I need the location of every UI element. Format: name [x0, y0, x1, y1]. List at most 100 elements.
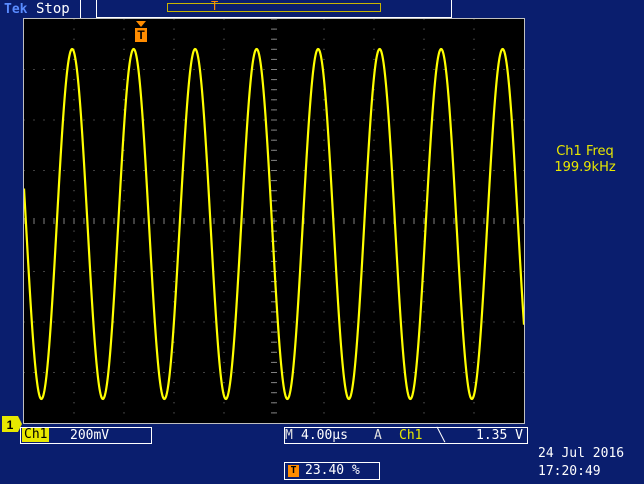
grid-dot — [323, 271, 325, 272]
grid-dot — [323, 321, 325, 323]
grid-dot — [423, 372, 425, 373]
grid-dot — [73, 250, 75, 252]
grid-dot — [223, 372, 225, 373]
grid-dot — [473, 200, 475, 202]
grid-dot — [293, 170, 295, 171]
grid-dot — [313, 119, 315, 121]
grid-dot — [233, 69, 235, 70]
grid-dot — [223, 331, 225, 333]
grid-dot — [473, 170, 475, 171]
grid-dot — [433, 372, 435, 373]
grid-dot — [473, 260, 475, 262]
grid-dot — [123, 58, 125, 60]
grid-dot — [43, 271, 45, 272]
grid-dot — [453, 69, 455, 70]
grid-dot — [213, 119, 215, 121]
grid-dot — [53, 119, 55, 121]
grid-dot — [323, 170, 325, 171]
grid-dot — [73, 149, 75, 151]
grid-dot — [73, 372, 75, 373]
grid-dot — [173, 18, 175, 20]
grid-dot — [413, 271, 415, 272]
grid-dot — [383, 170, 385, 171]
grid-dot — [173, 99, 175, 101]
grid-dot — [323, 190, 325, 192]
grid-dot — [93, 372, 95, 373]
grid-dot — [73, 230, 75, 232]
grid-dot — [263, 321, 265, 323]
trigger-source: Ch1 — [399, 428, 423, 443]
grid-dot — [173, 139, 175, 141]
grid-dot — [143, 271, 145, 272]
grid-dot — [83, 69, 85, 70]
grid-dot — [353, 119, 355, 121]
grid-dot — [73, 79, 75, 81]
measurement-label: Ch1 Freq — [556, 144, 614, 159]
grid-dot — [513, 372, 515, 373]
grid-dot — [433, 119, 435, 121]
grid-dot — [413, 170, 415, 171]
grid-dot — [223, 291, 225, 293]
grid-dot — [423, 58, 425, 60]
timebase-label: M — [285, 428, 293, 443]
grid-dot — [173, 129, 175, 131]
grid-dot — [113, 119, 115, 121]
grid-dot — [463, 170, 465, 171]
grid-dot — [83, 321, 85, 323]
grid-dot — [473, 109, 475, 111]
grid-dot — [443, 321, 445, 323]
grid-dot — [373, 159, 375, 161]
grid-dot — [133, 170, 135, 171]
grid-dot — [323, 402, 325, 404]
grid-dot — [323, 99, 325, 101]
grid-dot — [223, 260, 225, 262]
grid-dot — [253, 372, 255, 373]
grid-dot — [443, 372, 445, 373]
grid-dot — [73, 119, 75, 121]
grid-dot — [223, 159, 225, 161]
grid-dot — [173, 291, 175, 293]
grid-dot — [323, 392, 325, 394]
grid-dot — [233, 372, 235, 373]
grid-dot — [363, 372, 365, 373]
grid-dot — [503, 372, 505, 373]
grid-dot — [73, 331, 75, 333]
grid-dot — [323, 240, 325, 242]
grid-dot — [203, 170, 205, 171]
grid-dot — [23, 321, 25, 323]
grid-dot — [173, 48, 175, 50]
grid-dot — [373, 372, 375, 373]
grid-dot — [473, 382, 475, 384]
grid-dot — [73, 260, 75, 262]
grid-dot — [453, 372, 455, 373]
grid-dot — [253, 321, 255, 323]
grid-dot — [223, 38, 225, 40]
grid-dot — [373, 230, 375, 232]
grid-dot — [193, 321, 195, 323]
grid-dot — [373, 311, 375, 313]
grid-dot — [373, 210, 375, 212]
grid-dot — [223, 351, 225, 353]
grid-dot — [223, 200, 225, 202]
grid-dot — [373, 341, 375, 343]
grid-dot — [233, 119, 235, 121]
grid-dot — [423, 392, 425, 394]
grid-dot — [73, 240, 75, 242]
grid-dot — [393, 119, 395, 121]
grid-dot — [333, 119, 335, 121]
grid-dot — [283, 271, 285, 272]
grid-dot — [333, 372, 335, 373]
grid-dot — [123, 382, 125, 384]
grid-dot — [223, 28, 225, 30]
grid-dot — [423, 129, 425, 131]
grid-dot — [23, 69, 25, 70]
grid-dot — [123, 180, 125, 182]
trigger-a-label: A — [374, 428, 382, 443]
grid-dot — [103, 69, 105, 70]
grid-dot — [33, 271, 35, 272]
grid-dot — [473, 99, 475, 101]
grid-dot — [463, 271, 465, 272]
grid-dot — [123, 392, 125, 394]
grid-dot — [173, 402, 175, 404]
grid-dot — [373, 129, 375, 131]
